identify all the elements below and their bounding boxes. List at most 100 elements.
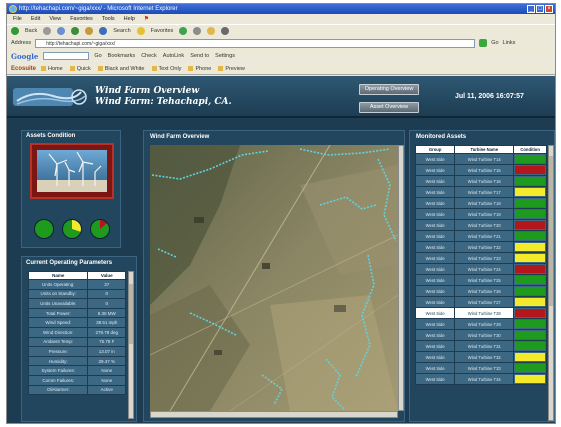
group-cell[interactable]: West Side [414,285,456,297]
group-cell[interactable]: West Side [414,208,456,220]
condition-cell[interactable] [513,197,547,209]
condition-cell[interactable] [513,340,547,352]
table-row[interactable]: West Side Wind Turbine T18 [414,197,547,209]
refresh-icon[interactable] [71,26,80,35]
group-cell[interactable]: West Side [414,307,456,319]
condition-cell[interactable] [513,186,547,198]
condition-cell[interactable] [513,296,547,308]
condition-cell[interactable] [513,274,547,286]
group-cell[interactable]: West Side [414,329,456,341]
google-toolbar-item[interactable]: Bookmarks [108,53,136,59]
forward-icon[interactable] [43,26,52,35]
minimize-button[interactable]: _ [527,5,535,13]
column-header-turbine-name[interactable]: Turbine Name [454,145,515,154]
turbine-name-cell[interactable]: Wind Turbine T25 [454,274,515,286]
map-horizontal-scrollbar[interactable] [150,411,398,418]
turbine-name-cell[interactable]: Wind Turbine T20 [454,219,515,231]
search-icon[interactable] [99,26,108,35]
link-item[interactable]: Home [41,66,63,72]
scroll-thumb[interactable] [129,284,133,344]
table-row[interactable]: West Side Wind Turbine T30 [414,329,547,341]
turbine-name-cell[interactable]: Wind Turbine T22 [454,241,515,253]
condition-cell[interactable] [513,175,547,187]
address-input[interactable]: http://tehachapi.com/~giga/xxx/ [35,38,476,48]
turbine-name-cell[interactable]: Wind Turbine T33 [454,362,515,374]
column-header-group[interactable]: Group [414,145,456,154]
condition-cell[interactable] [513,252,547,264]
condition-cell[interactable] [513,241,547,253]
table-row[interactable]: West Side Wind Turbine T33 [414,362,547,374]
group-cell[interactable]: West Side [414,351,456,363]
turbine-name-cell[interactable]: Wind Turbine T21 [454,230,515,242]
table-row[interactable]: West Side Wind Turbine T14 [414,153,547,165]
table-row[interactable]: West Side Wind Turbine T19 [414,208,547,220]
search-button[interactable]: Search [113,28,130,34]
media-icon[interactable] [179,26,188,35]
back-icon[interactable] [11,26,19,35]
group-cell[interactable]: West Side [414,274,456,286]
group-cell[interactable]: West Side [414,362,456,374]
menu-item-favorites[interactable]: Favorites [70,14,93,24]
link-item[interactable]: Preview [218,66,245,72]
turbine-name-cell[interactable]: Wind Turbine T27 [454,296,515,308]
go-button[interactable]: Go [491,40,498,46]
condition-cell[interactable] [513,153,547,165]
column-header-condition[interactable]: Condition [513,145,547,154]
condition-cell[interactable] [513,362,547,374]
turbine-name-cell[interactable]: Wind Turbine T29 [454,318,515,330]
menu-item-edit[interactable]: Edit [31,14,40,24]
asset-overview-button[interactable]: Asset Overview [359,102,419,113]
links-label[interactable]: Links [503,40,516,46]
mail-icon[interactable] [207,26,216,35]
group-cell[interactable]: West Side [414,175,456,187]
table-row[interactable]: West Side Wind Turbine T31 [414,340,547,352]
turbine-name-cell[interactable]: Wind Turbine T17 [454,186,515,198]
table-row[interactable]: West Side Wind Turbine T27 [414,296,547,308]
turbine-name-cell[interactable]: Wind Turbine T34 [454,373,515,385]
turbine-name-cell[interactable]: Wind Turbine T14 [454,153,515,165]
close-button[interactable]: × [545,5,553,13]
condition-cell[interactable] [513,318,547,330]
map-vertical-scrollbar[interactable] [398,145,404,411]
group-cell[interactable]: West Side [414,340,456,352]
menu-item-view[interactable]: View [49,14,61,24]
turbine-name-cell[interactable]: Wind Turbine T15 [454,164,515,176]
group-cell[interactable]: West Side [414,263,456,275]
table-row[interactable]: West Side Wind Turbine T24 [414,263,547,275]
table-row[interactable]: West Side Wind Turbine T29 [414,318,547,330]
turbine-name-cell[interactable]: Wind Turbine T30 [454,329,515,341]
links-brand[interactable]: Ecosuite [11,66,36,72]
group-cell[interactable]: West Side [414,318,456,330]
go-arrow-icon[interactable] [479,39,488,47]
turbine-name-cell[interactable]: Wind Turbine T28 [454,307,515,319]
group-cell[interactable]: West Side [414,373,456,385]
favorites-icon[interactable] [136,26,145,35]
print-icon[interactable] [221,26,230,35]
condition-cell[interactable] [513,230,547,242]
table-row[interactable]: West Side Wind Turbine T34 [414,373,547,385]
satellite-map[interactable] [150,145,398,411]
monitored-assets-scrollbar[interactable] [548,145,554,421]
stop-icon[interactable] [57,26,66,35]
column-header-value[interactable]: Value [87,271,126,280]
group-cell[interactable]: West Side [414,230,456,242]
table-row[interactable]: West Side Wind Turbine T15 [414,164,547,176]
condition-cell[interactable] [513,219,547,231]
maximize-button[interactable]: □ [536,5,544,13]
table-row[interactable]: West Side Wind Turbine T23 [414,252,547,264]
google-search-input[interactable] [43,52,90,60]
turbine-name-cell[interactable]: Wind Turbine T32 [454,351,515,363]
favorites-button[interactable]: Favorites [151,28,174,34]
menu-item-help[interactable]: Help [124,14,135,24]
link-item[interactable]: Quick [69,66,91,72]
table-row[interactable]: West Side Wind Turbine T25 [414,274,547,286]
google-toolbar-item[interactable]: Check [141,53,157,59]
group-cell[interactable]: West Side [414,164,456,176]
table-row[interactable]: West Side Wind Turbine T17 [414,186,547,198]
condition-cell[interactable] [513,263,547,275]
link-item[interactable]: Phone [188,66,211,72]
group-cell[interactable]: West Side [414,241,456,253]
turbine-name-cell[interactable]: Wind Turbine T26 [454,285,515,297]
group-cell[interactable]: West Side [414,252,456,264]
table-row[interactable]: West Side Wind Turbine T32 [414,351,547,363]
